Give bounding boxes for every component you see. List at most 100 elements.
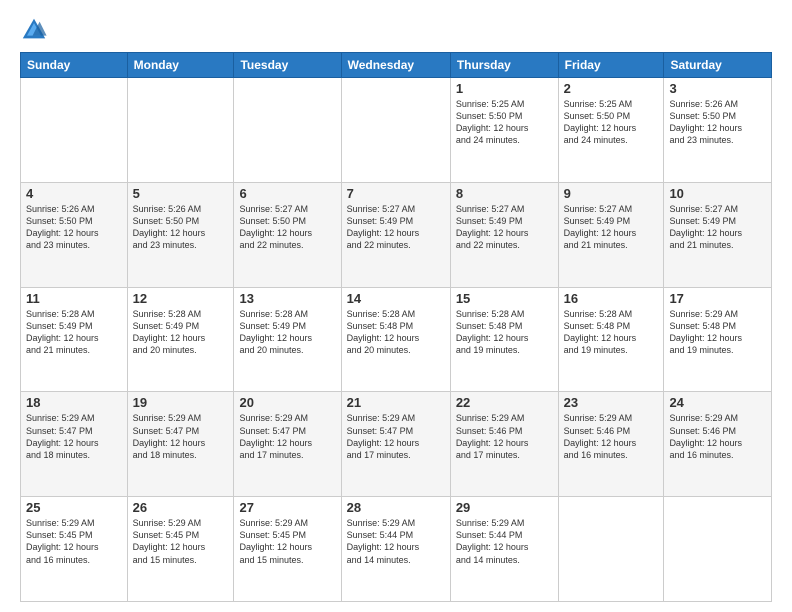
day-header-saturday: Saturday — [664, 53, 772, 78]
day-info: Sunrise: 5:27 AM Sunset: 5:49 PM Dayligh… — [456, 203, 553, 252]
day-info: Sunrise: 5:29 AM Sunset: 5:46 PM Dayligh… — [669, 412, 766, 461]
calendar-cell: 8 Sunrise: 5:27 AM Sunset: 5:49 PM Daylig… — [450, 182, 558, 287]
calendar-cell: 3 Sunrise: 5:26 AM Sunset: 5:50 PM Daylig… — [664, 78, 772, 183]
calendar-cell: 16Sunrise: 5:28 AM Sunset: 5:48 PM Dayli… — [558, 287, 664, 392]
day-number: 2 — [564, 81, 659, 96]
day-number: 9 — [564, 186, 659, 201]
calendar-cell: 5 Sunrise: 5:26 AM Sunset: 5:50 PM Daylig… — [127, 182, 234, 287]
logo — [20, 16, 52, 44]
header-row: SundayMondayTuesdayWednesdayThursdayFrid… — [21, 53, 772, 78]
day-header-monday: Monday — [127, 53, 234, 78]
calendar-cell: 23Sunrise: 5:29 AM Sunset: 5:46 PM Dayli… — [558, 392, 664, 497]
calendar-cell: 20Sunrise: 5:29 AM Sunset: 5:47 PM Dayli… — [234, 392, 341, 497]
calendar-cell — [558, 497, 664, 602]
day-number: 27 — [239, 500, 335, 515]
day-header-thursday: Thursday — [450, 53, 558, 78]
day-info: Sunrise: 5:28 AM Sunset: 5:49 PM Dayligh… — [26, 308, 122, 357]
day-info: Sunrise: 5:29 AM Sunset: 5:47 PM Dayligh… — [133, 412, 229, 461]
calendar-cell — [341, 78, 450, 183]
day-info: Sunrise: 5:26 AM Sunset: 5:50 PM Dayligh… — [133, 203, 229, 252]
page: SundayMondayTuesdayWednesdayThursdayFrid… — [0, 0, 792, 612]
week-row-4: 18 Sunrise: 5:29 AM Sunset: 5:47 PM Dayli… — [21, 392, 772, 497]
day-number: 23 — [564, 395, 659, 410]
calendar-cell: 10 Sunrise: 5:27 AM Sunset: 5:49 PM Dayli… — [664, 182, 772, 287]
day-info: Sunrise: 5:27 AM Sunset: 5:49 PM Dayligh… — [347, 203, 445, 252]
calendar-table: SundayMondayTuesdayWednesdayThursdayFrid… — [20, 52, 772, 602]
calendar-cell: 19Sunrise: 5:29 AM Sunset: 5:47 PM Dayli… — [127, 392, 234, 497]
week-row-5: 25Sunrise: 5:29 AM Sunset: 5:45 PM Dayli… — [21, 497, 772, 602]
day-info: Sunrise: 5:25 AM Sunset: 5:50 PM Dayligh… — [564, 98, 659, 147]
day-number: 29 — [456, 500, 553, 515]
day-header-tuesday: Tuesday — [234, 53, 341, 78]
calendar-cell: 12 Sunrise: 5:28 AM Sunset: 5:49 PM Dayli… — [127, 287, 234, 392]
day-number: 12 — [133, 291, 229, 306]
day-number: 3 — [669, 81, 766, 96]
calendar-cell: 11 Sunrise: 5:28 AM Sunset: 5:49 PM Dayli… — [21, 287, 128, 392]
day-info: Sunrise: 5:29 AM Sunset: 5:44 PM Dayligh… — [456, 517, 553, 566]
calendar-cell: 7 Sunrise: 5:27 AM Sunset: 5:49 PM Daylig… — [341, 182, 450, 287]
day-info: Sunrise: 5:29 AM Sunset: 5:47 PM Dayligh… — [26, 412, 122, 461]
calendar-cell: 15 Sunrise: 5:28 AM Sunset: 5:48 PM Dayli… — [450, 287, 558, 392]
calendar-cell — [664, 497, 772, 602]
calendar-cell: 6Sunrise: 5:27 AM Sunset: 5:50 PM Daylig… — [234, 182, 341, 287]
day-number: 13 — [239, 291, 335, 306]
day-number: 7 — [347, 186, 445, 201]
day-info: Sunrise: 5:29 AM Sunset: 5:45 PM Dayligh… — [133, 517, 229, 566]
calendar-cell: 27 Sunrise: 5:29 AM Sunset: 5:45 PM Dayli… — [234, 497, 341, 602]
day-info: Sunrise: 5:28 AM Sunset: 5:49 PM Dayligh… — [239, 308, 335, 357]
day-number: 28 — [347, 500, 445, 515]
day-info: Sunrise: 5:29 AM Sunset: 5:46 PM Dayligh… — [456, 412, 553, 461]
calendar-cell: 1 Sunrise: 5:25 AM Sunset: 5:50 PM Daylig… — [450, 78, 558, 183]
calendar-cell — [21, 78, 128, 183]
calendar-cell: 13 Sunrise: 5:28 AM Sunset: 5:49 PM Dayli… — [234, 287, 341, 392]
day-info: Sunrise: 5:26 AM Sunset: 5:50 PM Dayligh… — [26, 203, 122, 252]
calendar-cell: 22 Sunrise: 5:29 AM Sunset: 5:46 PM Dayli… — [450, 392, 558, 497]
day-info: Sunrise: 5:29 AM Sunset: 5:47 PM Dayligh… — [347, 412, 445, 461]
day-number: 15 — [456, 291, 553, 306]
day-number: 11 — [26, 291, 122, 306]
day-number: 4 — [26, 186, 122, 201]
day-number: 14 — [347, 291, 445, 306]
day-number: 5 — [133, 186, 229, 201]
day-info: Sunrise: 5:29 AM Sunset: 5:45 PM Dayligh… — [239, 517, 335, 566]
calendar-cell: 2 Sunrise: 5:25 AM Sunset: 5:50 PM Daylig… — [558, 78, 664, 183]
calendar-cell: 17 Sunrise: 5:29 AM Sunset: 5:48 PM Dayli… — [664, 287, 772, 392]
week-row-2: 4 Sunrise: 5:26 AM Sunset: 5:50 PM Daylig… — [21, 182, 772, 287]
calendar-cell — [234, 78, 341, 183]
day-number: 17 — [669, 291, 766, 306]
calendar-cell: 9 Sunrise: 5:27 AM Sunset: 5:49 PM Daylig… — [558, 182, 664, 287]
day-number: 22 — [456, 395, 553, 410]
calendar-cell: 24 Sunrise: 5:29 AM Sunset: 5:46 PM Dayli… — [664, 392, 772, 497]
calendar-cell: 28 Sunrise: 5:29 AM Sunset: 5:44 PM Dayli… — [341, 497, 450, 602]
day-header-wednesday: Wednesday — [341, 53, 450, 78]
day-header-friday: Friday — [558, 53, 664, 78]
day-info: Sunrise: 5:28 AM Sunset: 5:49 PM Dayligh… — [133, 308, 229, 357]
calendar-cell: 26Sunrise: 5:29 AM Sunset: 5:45 PM Dayli… — [127, 497, 234, 602]
day-info: Sunrise: 5:28 AM Sunset: 5:48 PM Dayligh… — [456, 308, 553, 357]
day-number: 1 — [456, 81, 553, 96]
day-info: Sunrise: 5:26 AM Sunset: 5:50 PM Dayligh… — [669, 98, 766, 147]
logo-icon — [20, 16, 48, 44]
day-info: Sunrise: 5:27 AM Sunset: 5:49 PM Dayligh… — [669, 203, 766, 252]
day-header-sunday: Sunday — [21, 53, 128, 78]
week-row-3: 11 Sunrise: 5:28 AM Sunset: 5:49 PM Dayli… — [21, 287, 772, 392]
day-number: 24 — [669, 395, 766, 410]
day-info: Sunrise: 5:27 AM Sunset: 5:49 PM Dayligh… — [564, 203, 659, 252]
day-number: 21 — [347, 395, 445, 410]
day-info: Sunrise: 5:29 AM Sunset: 5:47 PM Dayligh… — [239, 412, 335, 461]
day-info: Sunrise: 5:25 AM Sunset: 5:50 PM Dayligh… — [456, 98, 553, 147]
calendar-cell: 29 Sunrise: 5:29 AM Sunset: 5:44 PM Dayli… — [450, 497, 558, 602]
week-row-1: 1 Sunrise: 5:25 AM Sunset: 5:50 PM Daylig… — [21, 78, 772, 183]
calendar-cell: 25Sunrise: 5:29 AM Sunset: 5:45 PM Dayli… — [21, 497, 128, 602]
day-info: Sunrise: 5:27 AM Sunset: 5:50 PM Dayligh… — [239, 203, 335, 252]
header — [20, 16, 772, 44]
day-info: Sunrise: 5:29 AM Sunset: 5:44 PM Dayligh… — [347, 517, 445, 566]
day-number: 10 — [669, 186, 766, 201]
day-info: Sunrise: 5:29 AM Sunset: 5:45 PM Dayligh… — [26, 517, 122, 566]
calendar-cell: 4 Sunrise: 5:26 AM Sunset: 5:50 PM Daylig… — [21, 182, 128, 287]
day-number: 8 — [456, 186, 553, 201]
day-number: 18 — [26, 395, 122, 410]
day-number: 16 — [564, 291, 659, 306]
day-info: Sunrise: 5:28 AM Sunset: 5:48 PM Dayligh… — [347, 308, 445, 357]
day-info: Sunrise: 5:29 AM Sunset: 5:48 PM Dayligh… — [669, 308, 766, 357]
